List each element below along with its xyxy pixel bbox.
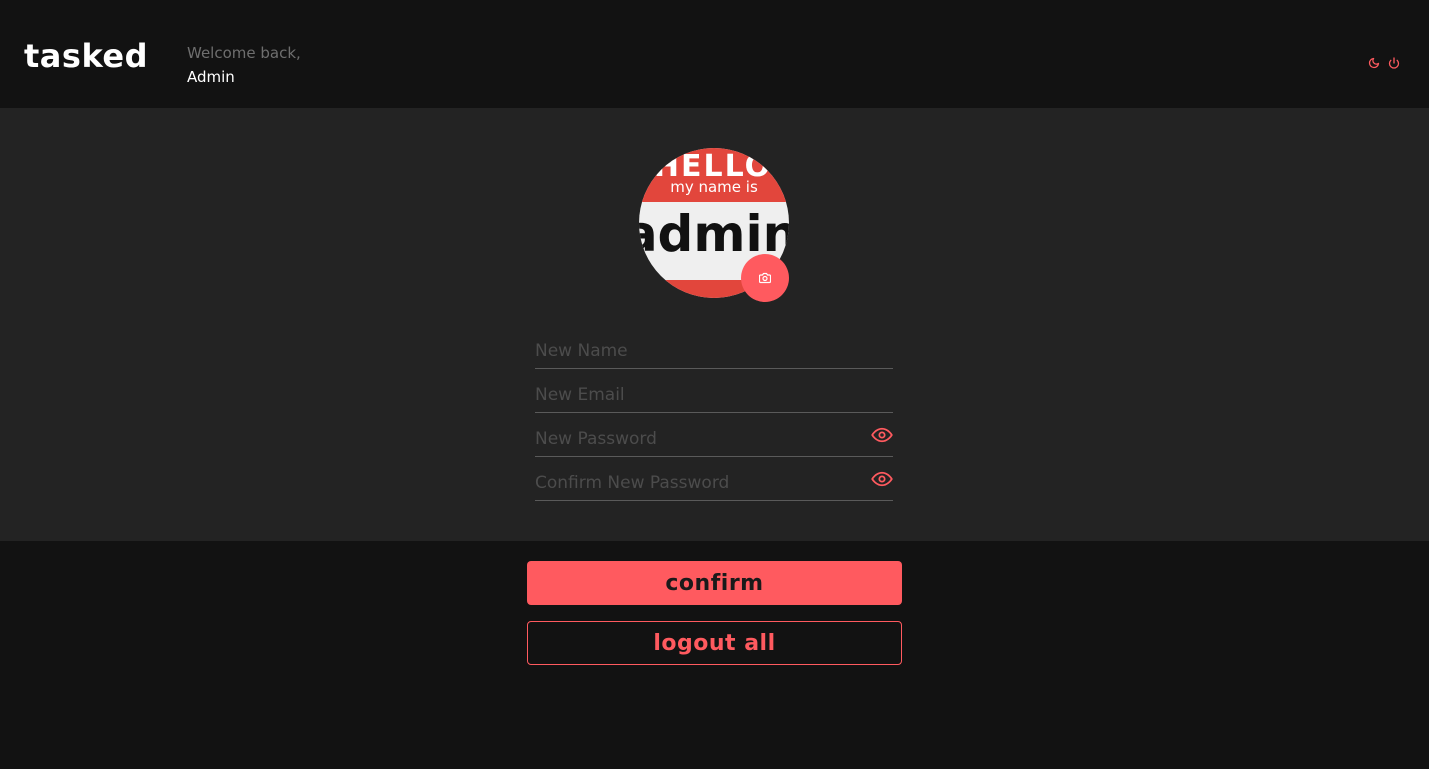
email-field-row bbox=[535, 369, 893, 413]
profile-panel: HELLO my name is admin bbox=[0, 108, 1429, 541]
new-password-input[interactable] bbox=[535, 413, 893, 456]
confirm-password-field-row bbox=[535, 457, 893, 501]
welcome-username: Admin bbox=[187, 68, 235, 86]
password-field-row bbox=[535, 413, 893, 457]
moon-icon bbox=[1368, 57, 1380, 69]
app-logo[interactable]: tasked bbox=[24, 40, 148, 72]
change-avatar-button[interactable] bbox=[741, 254, 789, 302]
new-email-input[interactable] bbox=[535, 369, 893, 412]
welcome-greeting: Welcome back, bbox=[187, 44, 301, 62]
profile-form bbox=[535, 325, 893, 501]
welcome-block: Welcome back, Admin bbox=[187, 44, 301, 86]
camera-icon bbox=[759, 272, 771, 284]
confirm-new-password-input[interactable] bbox=[535, 457, 893, 500]
power-icon bbox=[1388, 57, 1400, 69]
eye-icon bbox=[871, 427, 893, 443]
avatar-container: HELLO my name is admin bbox=[639, 148, 789, 302]
new-name-input[interactable] bbox=[535, 325, 893, 368]
name-field-row bbox=[535, 325, 893, 369]
confirm-button[interactable]: confirm bbox=[527, 561, 902, 605]
toggle-confirm-password-visibility-button[interactable] bbox=[871, 471, 893, 487]
toggle-password-visibility-button[interactable] bbox=[871, 427, 893, 443]
top-bar: tasked Welcome back, Admin bbox=[0, 0, 1429, 108]
header-actions bbox=[1367, 56, 1401, 70]
eye-icon bbox=[871, 471, 893, 487]
theme-toggle-button[interactable] bbox=[1367, 56, 1381, 70]
avatar-myname-text: my name is bbox=[670, 178, 758, 196]
logout-button[interactable] bbox=[1387, 56, 1401, 70]
logout-all-button[interactable]: logout all bbox=[527, 621, 902, 665]
